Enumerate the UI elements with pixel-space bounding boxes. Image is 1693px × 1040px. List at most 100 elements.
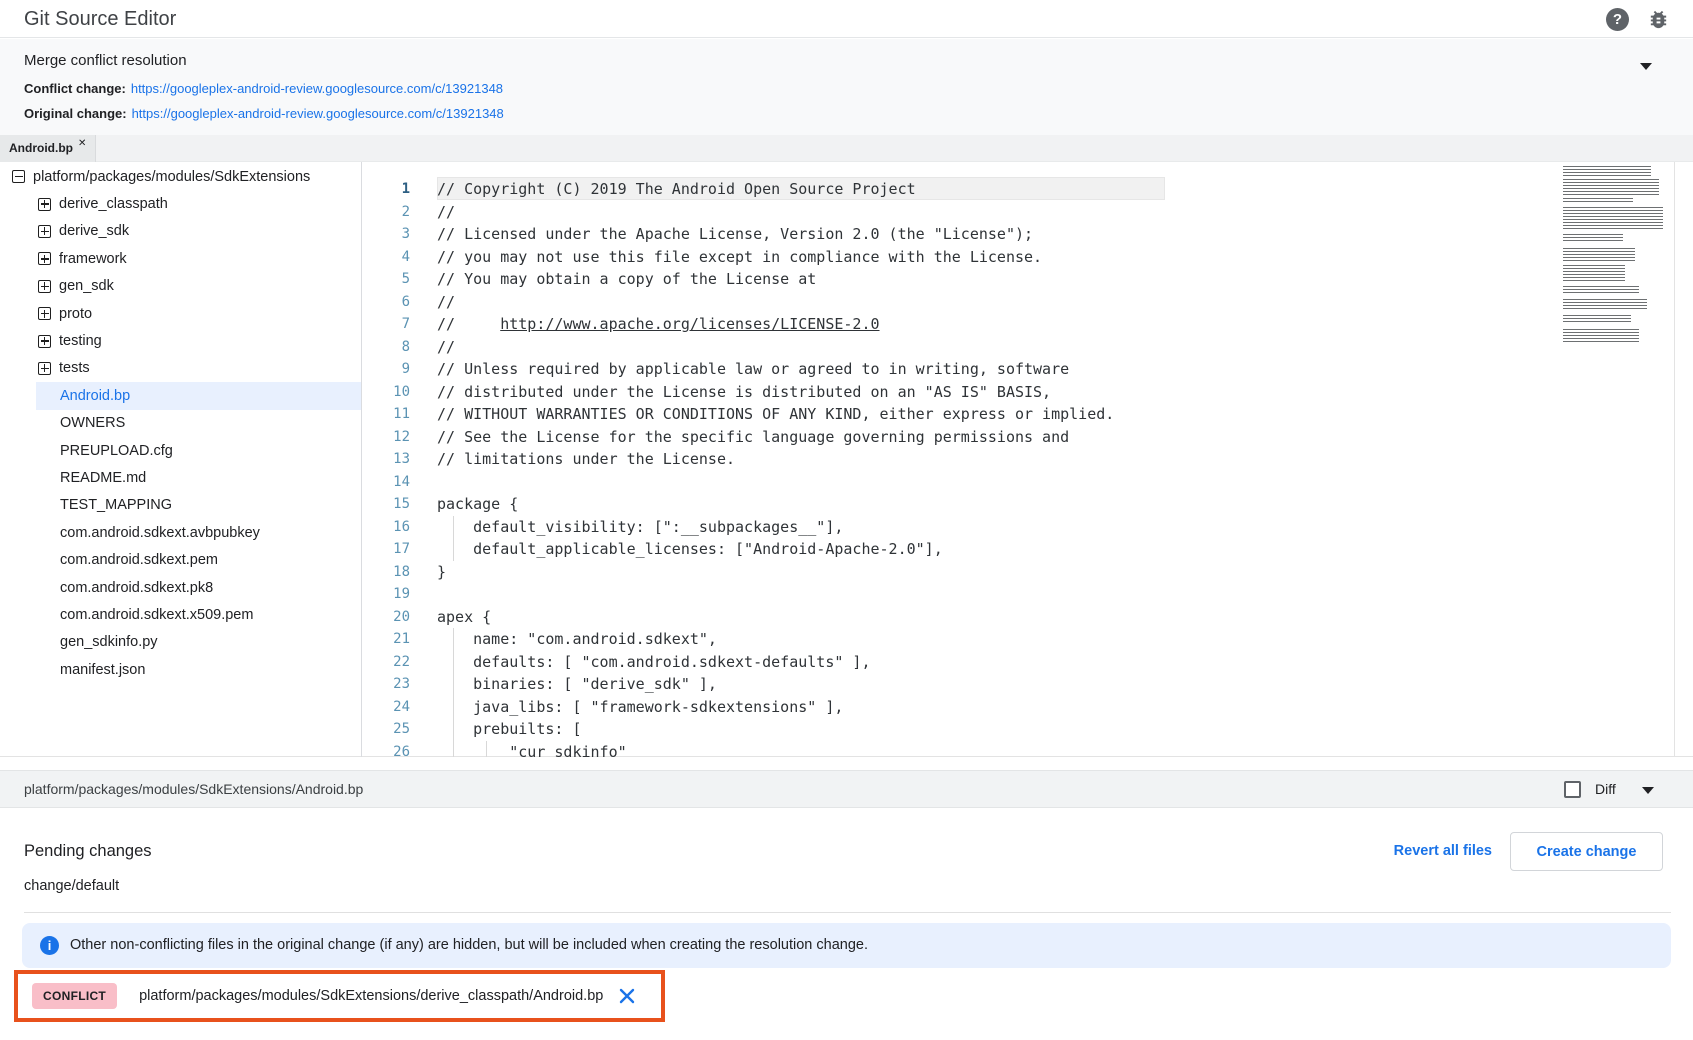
code-text: // — [410, 291, 455, 314]
tab-bar: Android.bp ✕ — [0, 135, 1693, 162]
annotation-highlight-box: CONFLICT platform/packages/modules/SdkEx… — [14, 970, 665, 1022]
tree-item-label: com.android.sdkext.avbpubkey — [60, 525, 260, 541]
tree-item-manifest-json[interactable]: manifest.json — [0, 656, 361, 683]
tree-item-gen-sdkinfo-py[interactable]: gen_sdkinfo.py — [0, 629, 361, 656]
tab-android-bp[interactable]: Android.bp ✕ — [0, 135, 96, 162]
code-line-6: 6// — [363, 291, 1693, 314]
expand-icon[interactable] — [38, 335, 51, 348]
code-text: // Licensed under the Apache License, Ve… — [410, 223, 1033, 246]
tree-item-com-android-sdkext-x509-pem[interactable]: com.android.sdkext.x509.pem — [0, 601, 361, 628]
line-number: 10 — [363, 381, 410, 404]
bug-report-icon[interactable] — [1647, 8, 1670, 31]
remove-conflict-file-icon[interactable] — [618, 987, 636, 1005]
code-line-15: 15package { — [363, 493, 1693, 516]
tab-label: Android.bp — [9, 141, 73, 155]
diff-dropdown-caret-icon[interactable] — [1642, 787, 1654, 794]
expand-icon[interactable] — [38, 198, 51, 211]
line-number: 3 — [363, 223, 410, 246]
tree-item-label: platform/packages/modules/SdkExtensions — [33, 169, 310, 185]
current-file-path: platform/packages/modules/SdkExtensions/… — [24, 771, 363, 808]
info-icon: i — [40, 936, 59, 955]
merge-panel-title: Merge conflict resolution — [24, 52, 187, 69]
diff-label: Diff — [1595, 771, 1616, 808]
tab-close-icon[interactable]: ✕ — [78, 138, 86, 149]
editor-scrollbar[interactable] — [1674, 162, 1675, 757]
line-number: 8 — [363, 336, 410, 359]
tree-item-label: framework — [59, 251, 127, 267]
code-line-7: 7// http://www.apache.org/licenses/LICEN… — [363, 313, 1693, 336]
tree-item-label: com.android.sdkext.pem — [60, 552, 218, 568]
tree-item-com-android-sdkext-pk8[interactable]: com.android.sdkext.pk8 — [0, 574, 361, 601]
tree-item-com-android-sdkext-pem[interactable]: com.android.sdkext.pem — [0, 546, 361, 573]
code-text — [410, 583, 437, 606]
tree-item-readme-md[interactable]: README.md — [0, 464, 361, 491]
code-text: defaults: [ "com.android.sdkext-defaults… — [410, 651, 870, 674]
code-line-12: 12// See the License for the specific la… — [363, 426, 1693, 449]
line-number: 23 — [363, 673, 410, 696]
code-line-11: 11// WITHOUT WARRANTIES OR CONDITIONS OF… — [363, 403, 1693, 426]
expand-icon[interactable] — [38, 280, 51, 293]
minimap-block — [1563, 179, 1659, 195]
tree-item-platform-packages-modules-sdkextensions[interactable]: platform/packages/modules/SdkExtensions — [0, 163, 361, 190]
conflict-status-badge: CONFLICT — [32, 983, 117, 1009]
tree-item-label: com.android.sdkext.pk8 — [60, 580, 213, 596]
code-line-25: 25 prebuilts: [ — [363, 718, 1693, 741]
code-text: name: "com.android.sdkext", — [410, 628, 717, 651]
line-number: 5 — [363, 268, 410, 291]
tree-item-derive-sdk[interactable]: derive_sdk — [0, 218, 361, 245]
code-editor[interactable]: 1// Copyright (C) 2019 The Android Open … — [363, 162, 1693, 757]
tree-item-android-bp[interactable]: Android.bp — [0, 382, 361, 409]
diff-checkbox[interactable] — [1564, 781, 1581, 798]
code-line-21: 21 name: "com.android.sdkext", — [363, 628, 1693, 651]
line-number: 20 — [363, 606, 410, 629]
tree-item-gen-sdk[interactable]: gen_sdk — [0, 273, 361, 300]
code-line-9: 9// Unless required by applicable law or… — [363, 358, 1693, 381]
tree-item-label: gen_sdkinfo.py — [60, 634, 158, 650]
code-line-14: 14 — [363, 471, 1693, 494]
code-text: // limitations under the License. — [410, 448, 735, 471]
tree-item-derive-classpath[interactable]: derive_classpath — [0, 190, 361, 217]
code-text: default_visibility: [":__subpackages__"]… — [410, 516, 843, 539]
tree-item-proto[interactable]: proto — [0, 300, 361, 327]
create-change-button[interactable]: Create change — [1510, 832, 1663, 871]
conflict-change-link[interactable]: https://googleplex-android-review.google… — [131, 81, 503, 96]
tree-item-owners[interactable]: OWNERS — [0, 410, 361, 437]
code-text: // — [410, 201, 455, 224]
expand-icon[interactable] — [38, 307, 51, 320]
code-line-5: 5// You may obtain a copy of the License… — [363, 268, 1693, 291]
minimap-block — [1563, 265, 1625, 282]
original-change-link[interactable]: https://googleplex-android-review.google… — [132, 106, 504, 121]
code-line-20: 20apex { — [363, 606, 1693, 629]
minimap-block — [1563, 299, 1647, 311]
tree-item-label: testing — [59, 333, 102, 349]
minimap[interactable] — [1563, 166, 1667, 346]
help-icon[interactable]: ? — [1606, 8, 1629, 31]
code-line-10: 10// distributed under the License is di… — [363, 381, 1693, 404]
tree-item-testing[interactable]: testing — [0, 327, 361, 354]
line-number: 16 — [363, 516, 410, 539]
line-number: 21 — [363, 628, 410, 651]
collapse-icon[interactable] — [12, 170, 25, 183]
expand-icon[interactable] — [38, 225, 51, 238]
tree-item-label: PREUPLOAD.cfg — [60, 443, 173, 459]
line-number: 2 — [363, 201, 410, 224]
code-line-22: 22 defaults: [ "com.android.sdkext-defau… — [363, 651, 1693, 674]
minimap-block — [1563, 198, 1633, 204]
revert-all-files-button[interactable]: Revert all files — [1394, 832, 1492, 871]
code-text: java_libs: [ "framework-sdkextensions" ]… — [410, 696, 843, 719]
line-number: 6 — [363, 291, 410, 314]
line-number: 12 — [363, 426, 410, 449]
tree-item-com-android-sdkext-avbpubkey[interactable]: com.android.sdkext.avbpubkey — [0, 519, 361, 546]
tree-item-tests[interactable]: tests — [0, 355, 361, 382]
code-text: // you may not use this file except in c… — [410, 246, 1042, 269]
tree-item-test-mapping[interactable]: TEST_MAPPING — [0, 492, 361, 519]
line-number: 18 — [363, 561, 410, 584]
tree-item-framework[interactable]: framework — [0, 245, 361, 272]
panel-collapse-caret-icon[interactable] — [1640, 63, 1652, 70]
tree-item-preupload-cfg[interactable]: PREUPLOAD.cfg — [0, 437, 361, 464]
expand-icon[interactable] — [38, 362, 51, 375]
code-line-16: 16 default_visibility: [":__subpackages_… — [363, 516, 1693, 539]
expand-icon[interactable] — [38, 252, 51, 265]
line-number: 22 — [363, 651, 410, 674]
branch-name: change/default — [24, 878, 119, 894]
